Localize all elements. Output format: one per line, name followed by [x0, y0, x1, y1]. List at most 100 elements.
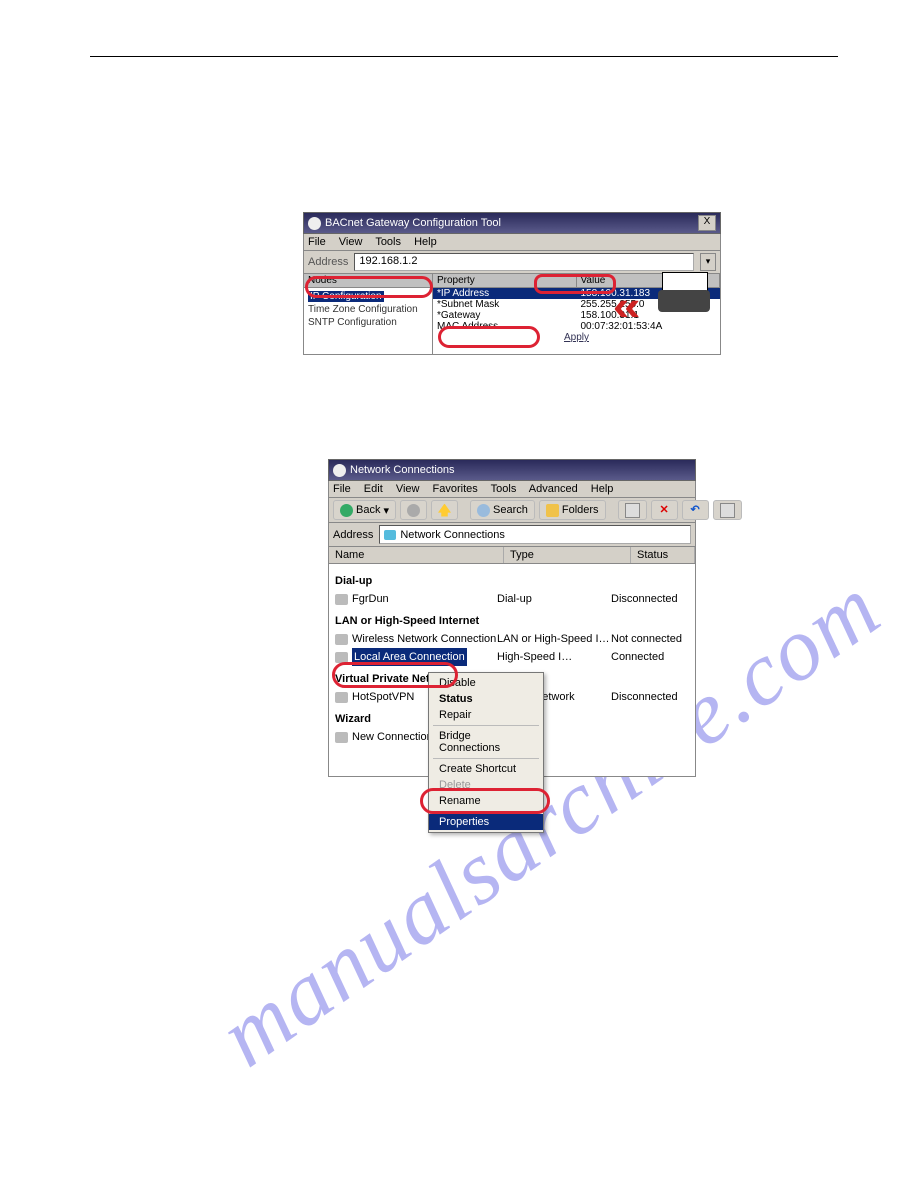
list-item[interactable]: FgrDun Dial-up Disconnected	[335, 590, 689, 608]
nodes-tree[interactable]: IP Configuration Time Zone Configuration…	[304, 288, 432, 354]
item-name: Local Area Connection	[352, 648, 467, 666]
address-label: Address	[308, 256, 348, 268]
address-label: Address	[333, 529, 373, 541]
menu-help[interactable]: Help	[591, 483, 614, 495]
netconn-app-icon	[333, 464, 346, 477]
group-lan: LAN or High-Speed Internet	[335, 612, 689, 630]
list-item-selected[interactable]: Local Area Connection High-Speed I… Conn…	[335, 648, 689, 666]
menu-file[interactable]: File	[308, 236, 326, 248]
node-ip-configuration[interactable]: IP Configuration	[308, 291, 384, 302]
properties-rows[interactable]: *IP Address 158.100.31.183 *Subnet Mask …	[433, 288, 720, 354]
forward-icon	[407, 504, 420, 517]
col-type[interactable]: Type	[504, 547, 631, 563]
page-top-rule	[90, 56, 838, 57]
val-subnet[interactable]: 255.255.255.0	[577, 299, 721, 310]
netconn-titlebar[interactable]: Network Connections	[328, 459, 696, 481]
connection-icon	[335, 594, 348, 605]
list-header[interactable]: Name Type Status	[328, 547, 696, 564]
bacnet-window: BACnet Gateway Configuration Tool X File…	[303, 212, 721, 355]
col-status[interactable]: Status	[631, 547, 695, 563]
menu-tools[interactable]: Tools	[491, 483, 517, 495]
nodes-header: Nodes	[304, 274, 432, 288]
bacnet-app-icon	[308, 217, 321, 230]
bacnet-address-bar: Address 192.168.1.2 ▾	[303, 251, 721, 274]
menu-help[interactable]: Help	[414, 236, 437, 248]
folders-icon	[546, 504, 559, 517]
menu-view[interactable]: View	[339, 236, 363, 248]
connection-icon	[335, 692, 348, 703]
menu-file[interactable]: File	[333, 483, 351, 495]
group-dialup: Dial-up	[335, 572, 689, 590]
prop-ip-address: *IP Address	[433, 288, 577, 299]
ctx-bridge[interactable]: Bridge Connections	[429, 728, 543, 756]
menu-edit[interactable]: Edit	[364, 483, 383, 495]
search-button[interactable]: Search	[470, 500, 535, 520]
netconn-address-bar: Address Network Connections	[328, 523, 696, 547]
netconn-menubar[interactable]: File Edit View Favorites Tools Advanced …	[328, 481, 696, 498]
close-button[interactable]: X	[698, 215, 716, 231]
delete-icon: ✕	[658, 504, 671, 517]
col-property: Property	[433, 274, 577, 287]
views-button[interactable]	[618, 500, 647, 520]
undo-button[interactable]: ↶	[682, 500, 709, 520]
address-input[interactable]: Network Connections	[379, 525, 691, 544]
val-mac: 00:07:32:01:53:4A	[577, 321, 721, 332]
ctx-separator	[433, 758, 539, 759]
undo-icon: ↶	[689, 504, 702, 517]
menu-favorites[interactable]: Favorites	[433, 483, 478, 495]
item-name: HotSpotVPN	[352, 691, 414, 703]
list-item[interactable]: Wireless Network Connection LAN or High-…	[335, 630, 689, 648]
forward-button[interactable]	[400, 500, 427, 520]
extra-button[interactable]	[713, 500, 742, 520]
up-button[interactable]	[431, 500, 458, 520]
menu-view[interactable]: View	[396, 483, 420, 495]
views-icon	[625, 503, 640, 518]
bacnet-body: Nodes IP Configuration Time Zone Configu…	[303, 274, 721, 355]
ctx-disable[interactable]: Disable	[429, 675, 543, 691]
item-status	[611, 728, 689, 746]
context-menu[interactable]: Disable Status Repair Bridge Connections…	[428, 672, 544, 833]
ctx-repair[interactable]: Repair	[429, 707, 543, 723]
item-status: Disconnected	[611, 688, 689, 706]
bacnet-titlebar[interactable]: BACnet Gateway Configuration Tool X	[303, 212, 721, 234]
address-dropdown-icon[interactable]: ▾	[700, 253, 716, 271]
item-status: Disconnected	[611, 590, 689, 608]
col-name[interactable]: Name	[329, 547, 504, 563]
row-mac[interactable]: MAC Address 00:07:32:01:53:4A	[433, 321, 720, 332]
item-name: Wireless Network Connection	[352, 633, 496, 645]
folders-button[interactable]: Folders	[539, 500, 606, 520]
ctx-status[interactable]: Status	[429, 691, 543, 707]
node-timezone[interactable]: Time Zone Configuration	[308, 303, 428, 316]
connection-icon	[335, 634, 348, 645]
ctx-separator	[433, 811, 539, 812]
row-subnet[interactable]: *Subnet Mask 255.255.255.0	[433, 299, 720, 310]
menu-tools[interactable]: Tools	[375, 236, 401, 248]
back-button[interactable]: Back ▾	[333, 500, 396, 520]
menu-advanced[interactable]: Advanced	[529, 483, 578, 495]
ctx-rename[interactable]: Rename	[429, 793, 543, 809]
location-icon	[384, 530, 396, 540]
item-type: LAN or High-Speed I…	[497, 630, 611, 648]
row-ip-address[interactable]: *IP Address 158.100.31.183	[433, 288, 720, 299]
wizard-icon	[335, 732, 348, 743]
apply-link[interactable]: Apply	[537, 332, 617, 343]
ctx-shortcut[interactable]: Create Shortcut	[429, 761, 543, 777]
row-gateway[interactable]: *Gateway 158.100.31.1	[433, 310, 720, 321]
ctx-properties[interactable]: Properties	[429, 814, 543, 830]
back-label: Back	[356, 504, 380, 516]
address-input[interactable]: 192.168.1.2	[354, 253, 694, 271]
item-status: Connected	[611, 648, 689, 666]
delete-button[interactable]: ✕	[651, 500, 678, 520]
val-ip-address[interactable]: 158.100.31.183	[577, 288, 721, 299]
node-sntp[interactable]: SNTP Configuration	[308, 316, 428, 329]
item-type: Dial-up	[497, 590, 611, 608]
search-label: Search	[493, 504, 528, 516]
item-type: High-Speed I…	[497, 648, 611, 666]
bacnet-menubar[interactable]: File View Tools Help	[303, 234, 721, 251]
netconn-toolbar: Back ▾ Search Folders ✕ ↶	[328, 498, 696, 523]
val-gateway[interactable]: 158.100.31.1	[577, 310, 721, 321]
up-icon	[438, 504, 451, 517]
bacnet-title: BACnet Gateway Configuration Tool	[325, 217, 696, 229]
connection-icon	[335, 652, 348, 663]
properties-panel: Property Value *IP Address 158.100.31.18…	[433, 274, 720, 354]
